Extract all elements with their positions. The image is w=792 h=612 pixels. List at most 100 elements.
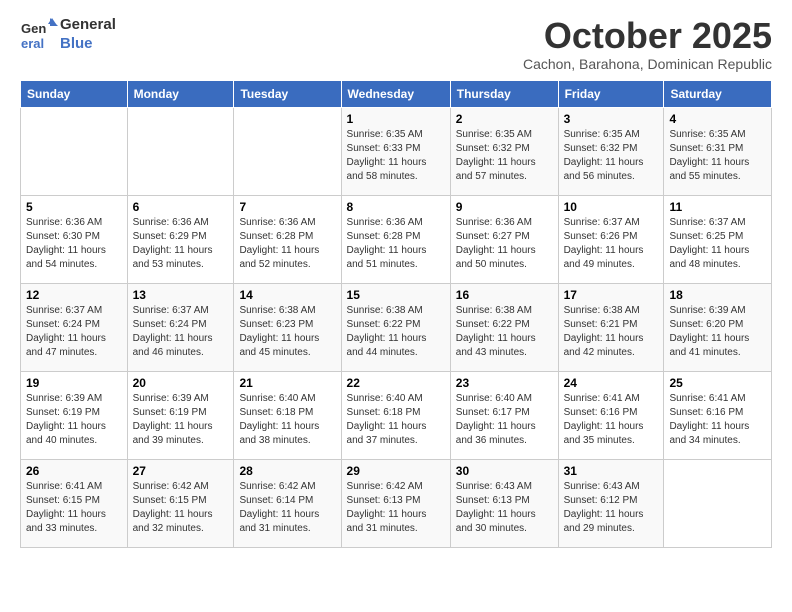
week-row-4: 19 Sunrise: 6:39 AM Sunset: 6:19 PM Dayli… xyxy=(21,371,772,459)
calendar-table: SundayMondayTuesdayWednesdayThursdayFrid… xyxy=(20,80,772,548)
day-info: Sunrise: 6:42 AM Sunset: 6:13 PM Dayligh… xyxy=(347,480,445,536)
calendar-cell: 6 Sunrise: 6:36 AM Sunset: 6:29 PM Daylig… xyxy=(127,195,234,283)
day-info: Sunrise: 6:41 AM Sunset: 6:15 PM Dayligh… xyxy=(26,480,122,536)
day-number: 10 xyxy=(564,200,659,214)
calendar-cell: 28 Sunrise: 6:42 AM Sunset: 6:14 PM Dayli… xyxy=(234,459,341,547)
calendar-cell: 5Sunrise: 6:36 AM Sunset: 6:30 PM Daylig… xyxy=(21,195,128,283)
day-number: 29 xyxy=(347,464,445,478)
logo-svg: Gen eral xyxy=(20,16,58,54)
calendar-cell: 26 Sunrise: 6:41 AM Sunset: 6:15 PM Dayli… xyxy=(21,459,128,547)
header-day-thursday: Thursday xyxy=(450,80,558,107)
calendar-cell: 18 Sunrise: 6:39 AM Sunset: 6:20 PM Dayli… xyxy=(664,283,772,371)
day-info: Sunrise: 6:39 AM Sunset: 6:19 PM Dayligh… xyxy=(26,392,122,448)
day-number: 11 xyxy=(669,200,766,214)
day-number: 28 xyxy=(239,464,335,478)
day-info: Sunrise: 6:40 AM Sunset: 6:18 PM Dayligh… xyxy=(239,392,335,448)
title-block: October 2025 Cachon, Barahona, Dominican… xyxy=(523,16,772,72)
calendar-cell xyxy=(127,107,234,195)
day-info: Sunrise: 6:36 AM Sunset: 6:29 PM Dayligh… xyxy=(133,216,229,272)
day-info: Sunrise: 6:35 AM Sunset: 6:32 PM Dayligh… xyxy=(564,128,659,184)
day-info: Sunrise: 6:36 AM Sunset: 6:28 PM Dayligh… xyxy=(347,216,445,272)
header-day-saturday: Saturday xyxy=(664,80,772,107)
day-number: 19 xyxy=(26,376,122,390)
day-number: 25 xyxy=(669,376,766,390)
header-day-monday: Monday xyxy=(127,80,234,107)
calendar-header: SundayMondayTuesdayWednesdayThursdayFrid… xyxy=(21,80,772,107)
calendar-cell: 3 Sunrise: 6:35 AM Sunset: 6:32 PM Daylig… xyxy=(558,107,664,195)
calendar-cell: 4Sunrise: 6:35 AM Sunset: 6:31 PM Daylig… xyxy=(664,107,772,195)
day-info: Sunrise: 6:41 AM Sunset: 6:16 PM Dayligh… xyxy=(564,392,659,448)
calendar-cell: 29 Sunrise: 6:42 AM Sunset: 6:13 PM Dayli… xyxy=(341,459,450,547)
day-info: Sunrise: 6:37 AM Sunset: 6:25 PM Dayligh… xyxy=(669,216,766,272)
day-number: 2 xyxy=(456,112,553,126)
calendar-cell: 7Sunrise: 6:36 AM Sunset: 6:28 PM Daylig… xyxy=(234,195,341,283)
calendar-cell: 13 Sunrise: 6:37 AM Sunset: 6:24 PM Dayli… xyxy=(127,283,234,371)
day-info: Sunrise: 6:35 AM Sunset: 6:32 PM Dayligh… xyxy=(456,128,553,184)
calendar-cell xyxy=(21,107,128,195)
day-number: 15 xyxy=(347,288,445,302)
day-info: Sunrise: 6:40 AM Sunset: 6:18 PM Dayligh… xyxy=(347,392,445,448)
day-number: 18 xyxy=(669,288,766,302)
day-number: 17 xyxy=(564,288,659,302)
calendar-cell: 31 Sunrise: 6:43 AM Sunset: 6:12 PM Dayli… xyxy=(558,459,664,547)
header-day-tuesday: Tuesday xyxy=(234,80,341,107)
calendar-cell: 11 Sunrise: 6:37 AM Sunset: 6:25 PM Dayli… xyxy=(664,195,772,283)
calendar-cell: 16 Sunrise: 6:38 AM Sunset: 6:22 PM Dayli… xyxy=(450,283,558,371)
day-number: 12 xyxy=(26,288,122,302)
day-number: 31 xyxy=(564,464,659,478)
day-info: Sunrise: 6:40 AM Sunset: 6:17 PM Dayligh… xyxy=(456,392,553,448)
svg-text:Gen: Gen xyxy=(21,21,46,36)
day-number: 4 xyxy=(669,112,766,126)
day-number: 6 xyxy=(133,200,229,214)
day-number: 26 xyxy=(26,464,122,478)
calendar-cell xyxy=(664,459,772,547)
calendar-cell xyxy=(234,107,341,195)
calendar-cell: 27Sunrise: 6:42 AM Sunset: 6:15 PM Dayli… xyxy=(127,459,234,547)
logo-general: General xyxy=(60,16,116,35)
location-subtitle: Cachon, Barahona, Dominican Republic xyxy=(523,56,772,72)
day-info: Sunrise: 6:43 AM Sunset: 6:12 PM Dayligh… xyxy=(564,480,659,536)
day-info: Sunrise: 6:38 AM Sunset: 6:22 PM Dayligh… xyxy=(347,304,445,360)
day-info: Sunrise: 6:38 AM Sunset: 6:21 PM Dayligh… xyxy=(564,304,659,360)
logo: Gen eral General Blue xyxy=(20,16,116,54)
week-row-2: 5Sunrise: 6:36 AM Sunset: 6:30 PM Daylig… xyxy=(21,195,772,283)
day-info: Sunrise: 6:38 AM Sunset: 6:22 PM Dayligh… xyxy=(456,304,553,360)
calendar-cell: 24 Sunrise: 6:41 AM Sunset: 6:16 PM Dayli… xyxy=(558,371,664,459)
day-number: 1 xyxy=(347,112,445,126)
day-info: Sunrise: 6:37 AM Sunset: 6:24 PM Dayligh… xyxy=(133,304,229,360)
calendar-cell: 23Sunrise: 6:40 AM Sunset: 6:17 PM Dayli… xyxy=(450,371,558,459)
calendar-cell: 21 Sunrise: 6:40 AM Sunset: 6:18 PM Dayli… xyxy=(234,371,341,459)
day-number: 9 xyxy=(456,200,553,214)
month-title: October 2025 xyxy=(523,16,772,56)
day-number: 8 xyxy=(347,200,445,214)
week-row-5: 26 Sunrise: 6:41 AM Sunset: 6:15 PM Dayli… xyxy=(21,459,772,547)
logo-blue: Blue xyxy=(60,35,116,54)
day-info: Sunrise: 6:37 AM Sunset: 6:24 PM Dayligh… xyxy=(26,304,122,360)
week-row-3: 12 Sunrise: 6:37 AM Sunset: 6:24 PM Dayli… xyxy=(21,283,772,371)
svg-text:eral: eral xyxy=(21,36,44,51)
header-day-friday: Friday xyxy=(558,80,664,107)
calendar-cell: 15 Sunrise: 6:38 AM Sunset: 6:22 PM Dayli… xyxy=(341,283,450,371)
day-number: 16 xyxy=(456,288,553,302)
week-row-1: 1Sunrise: 6:35 AM Sunset: 6:33 PM Daylig… xyxy=(21,107,772,195)
page-header: Gen eral General Blue October 2025 Cacho… xyxy=(20,16,772,72)
calendar-cell: 1Sunrise: 6:35 AM Sunset: 6:33 PM Daylig… xyxy=(341,107,450,195)
day-number: 14 xyxy=(239,288,335,302)
calendar-cell: 20 Sunrise: 6:39 AM Sunset: 6:19 PM Dayli… xyxy=(127,371,234,459)
day-info: Sunrise: 6:42 AM Sunset: 6:14 PM Dayligh… xyxy=(239,480,335,536)
day-number: 21 xyxy=(239,376,335,390)
calendar-cell: 2 Sunrise: 6:35 AM Sunset: 6:32 PM Daylig… xyxy=(450,107,558,195)
calendar-cell: 19 Sunrise: 6:39 AM Sunset: 6:19 PM Dayli… xyxy=(21,371,128,459)
calendar-cell: 22Sunrise: 6:40 AM Sunset: 6:18 PM Dayli… xyxy=(341,371,450,459)
day-info: Sunrise: 6:37 AM Sunset: 6:26 PM Dayligh… xyxy=(564,216,659,272)
day-number: 20 xyxy=(133,376,229,390)
day-info: Sunrise: 6:41 AM Sunset: 6:16 PM Dayligh… xyxy=(669,392,766,448)
day-number: 24 xyxy=(564,376,659,390)
calendar-cell: 8 Sunrise: 6:36 AM Sunset: 6:28 PM Daylig… xyxy=(341,195,450,283)
day-info: Sunrise: 6:39 AM Sunset: 6:19 PM Dayligh… xyxy=(133,392,229,448)
calendar-cell: 14Sunrise: 6:38 AM Sunset: 6:23 PM Dayli… xyxy=(234,283,341,371)
day-number: 3 xyxy=(564,112,659,126)
day-number: 13 xyxy=(133,288,229,302)
calendar-cell: 30Sunrise: 6:43 AM Sunset: 6:13 PM Dayli… xyxy=(450,459,558,547)
day-info: Sunrise: 6:39 AM Sunset: 6:20 PM Dayligh… xyxy=(669,304,766,360)
